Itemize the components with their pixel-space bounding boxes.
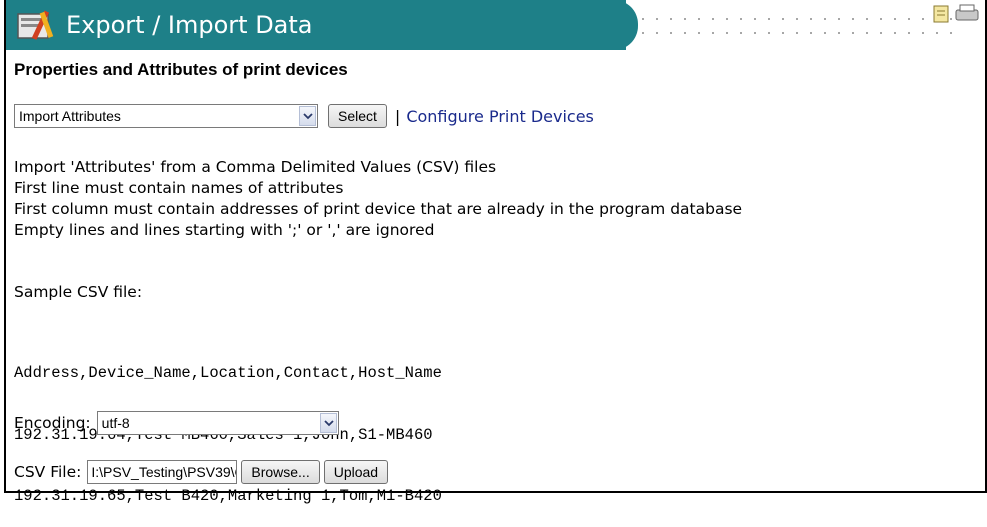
upload-button[interactable]: Upload bbox=[323, 460, 389, 484]
header-bar-end bbox=[590, 0, 638, 50]
chevron-down-icon[interactable] bbox=[319, 413, 337, 433]
csv-file-row: CSV File: I:\PSV_Testing\PSV39\C Browse.… bbox=[14, 460, 389, 484]
chevron-down-icon[interactable] bbox=[299, 106, 316, 126]
page-title: Export / Import Data bbox=[66, 11, 313, 39]
action-select[interactable]: Import Attributes bbox=[14, 104, 318, 128]
dotted-pattern bbox=[636, 12, 956, 42]
tools-icon bbox=[17, 10, 54, 40]
action-select-value: Import Attributes bbox=[19, 108, 121, 124]
csv-file-input[interactable]: I:\PSV_Testing\PSV39\C bbox=[87, 460, 238, 484]
sample-line: Address,Device_Name,Location,Contact,Hos… bbox=[14, 364, 442, 382]
instruction-line: Empty lines and lines starting with ';' … bbox=[14, 221, 435, 239]
section-title: Properties and Attributes of print devic… bbox=[14, 60, 348, 79]
encoding-label: Encoding: bbox=[14, 414, 91, 432]
instruction-line: Import 'Attributes' from a Comma Delimit… bbox=[14, 158, 497, 176]
printer-icon[interactable] bbox=[955, 4, 979, 21]
separator: | bbox=[394, 106, 401, 126]
action-row: Import Attributes Select | Configure Pri… bbox=[14, 103, 594, 129]
sample-label: Sample CSV file: bbox=[14, 283, 143, 301]
csv-file-label: CSV File: bbox=[14, 463, 82, 481]
encoding-row: Encoding: utf-8 bbox=[14, 411, 339, 435]
configure-print-devices-link[interactable]: Configure Print Devices bbox=[406, 107, 594, 126]
instruction-line: First line must contain names of attribu… bbox=[14, 179, 344, 197]
select-button[interactable]: Select bbox=[328, 104, 387, 128]
corner-icons bbox=[933, 4, 979, 23]
instructions: Import 'Attributes' from a Comma Delimit… bbox=[14, 157, 742, 241]
notepad-icon[interactable] bbox=[933, 5, 949, 23]
instruction-line: First column must contain addresses of p… bbox=[14, 200, 743, 218]
encoding-select-value: utf-8 bbox=[101, 415, 130, 431]
encoding-select[interactable]: utf-8 bbox=[96, 411, 339, 435]
sample-line: 192.31.19.65,Test B420,Marketing 1,Tom,M… bbox=[14, 487, 442, 505]
browse-button[interactable]: Browse... bbox=[241, 460, 320, 484]
